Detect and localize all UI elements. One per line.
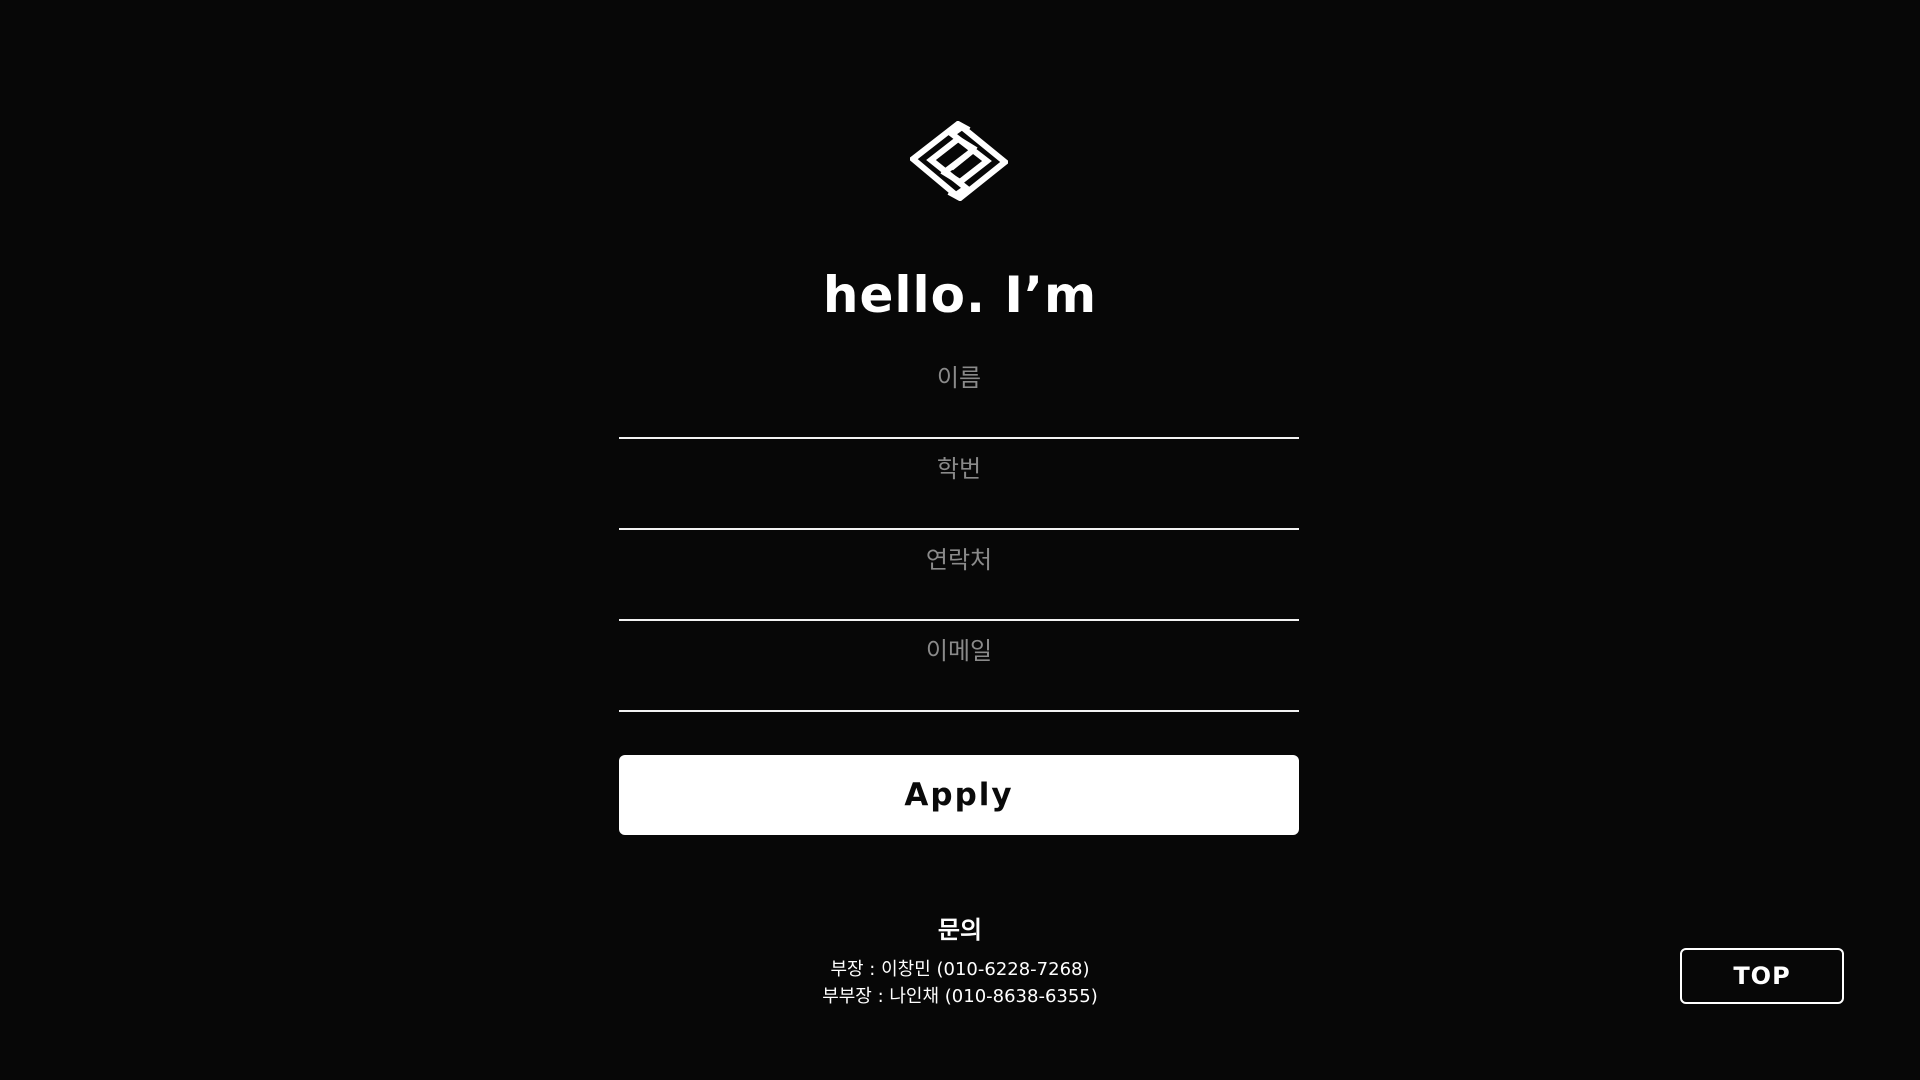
student-id-field-row xyxy=(619,439,1299,530)
phone-field-row xyxy=(619,530,1299,621)
apply-page: hello. I’m Apply 문의 부장 : 이창민 (010-6228-7… xyxy=(0,0,1920,1080)
phone-input[interactable] xyxy=(619,530,1299,590)
contact-section: 문의 부장 : 이창민 (010-6228-7268) 부부장 : 나인채 (0… xyxy=(0,912,1920,1010)
name-field-row xyxy=(619,348,1299,439)
contact-line-president: 부장 : 이창민 (010-6228-7268) xyxy=(830,959,1090,980)
name-input[interactable] xyxy=(619,348,1299,408)
email-field-row xyxy=(619,621,1299,712)
diamond-s-logo-icon xyxy=(910,121,1008,201)
contact-title: 문의 xyxy=(937,916,983,944)
contact-line-vice-president: 부부장 : 나인채 (010-8638-6355) xyxy=(822,986,1098,1007)
page-title: hello. I’m xyxy=(822,266,1098,324)
student-id-input[interactable] xyxy=(619,439,1299,499)
apply-form xyxy=(619,348,1299,712)
scroll-top-button[interactable]: TOP xyxy=(1680,948,1844,1004)
email-input[interactable] xyxy=(619,621,1299,681)
apply-button[interactable]: Apply xyxy=(619,755,1299,835)
